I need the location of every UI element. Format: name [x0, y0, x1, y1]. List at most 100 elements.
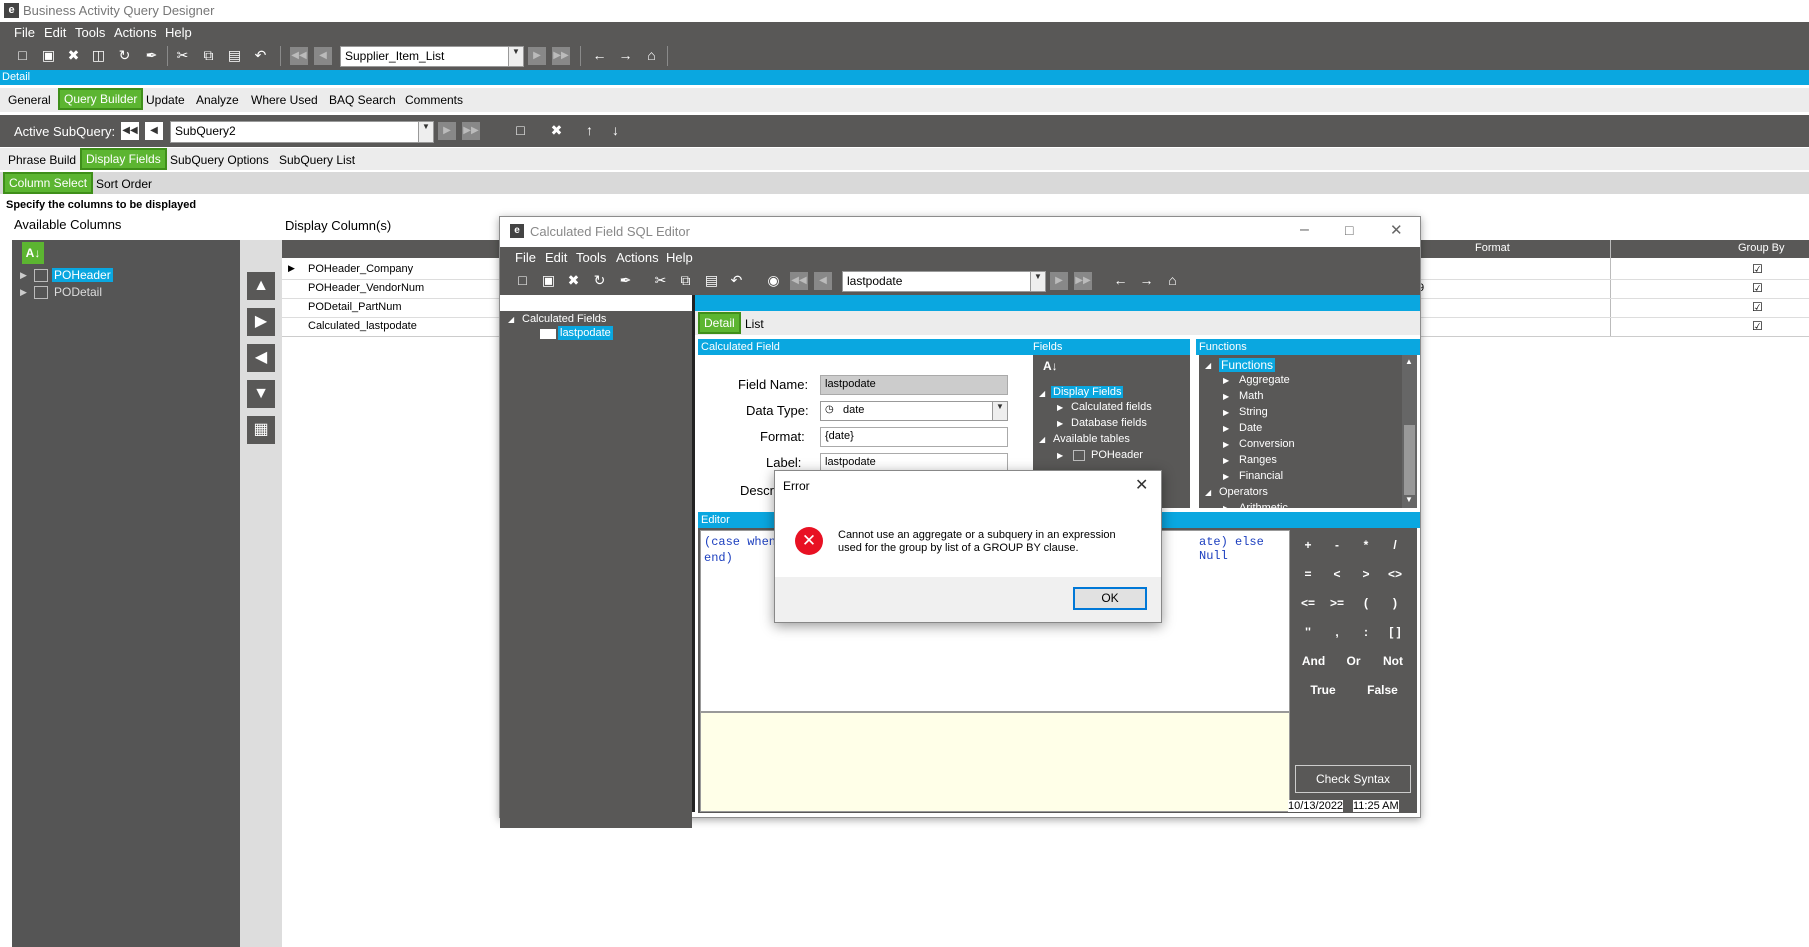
tab-general[interactable]: General: [4, 91, 55, 109]
new-icon[interactable]: □: [514, 272, 531, 289]
tree-item-date[interactable]: Date: [1239, 422, 1262, 434]
delete-icon[interactable]: ✖: [565, 272, 582, 289]
collapse-icon[interactable]: ◢: [1205, 361, 1211, 370]
expand-icon[interactable]: ▶: [20, 270, 27, 281]
op-plus-button[interactable]: +: [1295, 533, 1321, 557]
back-icon[interactable]: ←: [1112, 272, 1129, 289]
move-up-icon[interactable]: ↑: [581, 122, 598, 139]
expand-icon[interactable]: ▶: [1223, 504, 1229, 508]
group-by-checkbox[interactable]: ☑: [1752, 319, 1763, 333]
expand-icon[interactable]: ▶: [1223, 424, 1229, 433]
last-record-icon[interactable]: ▶▶: [1074, 272, 1092, 290]
menu-help[interactable]: Help: [165, 25, 192, 40]
minimize-icon[interactable]: –: [1300, 221, 1309, 239]
tree-item-database-fields[interactable]: Database fields: [1071, 417, 1147, 429]
scroll-thumb[interactable]: [1404, 425, 1415, 495]
add-column-icon[interactable]: ▶: [247, 308, 275, 336]
save-icon[interactable]: ▣: [40, 47, 57, 64]
tree-root-calculated-fields[interactable]: Calculated Fields: [522, 313, 606, 325]
op-false-button[interactable]: False: [1354, 678, 1411, 702]
format-input[interactable]: {date}: [820, 427, 1008, 447]
expand-icon[interactable]: ▶: [20, 287, 27, 298]
op-comma-button[interactable]: ,: [1324, 620, 1350, 644]
save-icon[interactable]: ▣: [540, 272, 557, 289]
clear-icon[interactable]: ✒: [617, 272, 634, 289]
menu-file[interactable]: File: [515, 250, 536, 265]
op-or-button[interactable]: Or: [1335, 649, 1372, 673]
menu-help[interactable]: Help: [666, 250, 693, 265]
first-subquery-icon[interactable]: ◀◀: [121, 122, 139, 140]
op-less-button[interactable]: <: [1324, 562, 1350, 586]
tree-item-podetail[interactable]: PODetail: [54, 285, 102, 299]
tree-item-conversion[interactable]: Conversion: [1239, 438, 1295, 450]
sort-az-icon[interactable]: A↓: [22, 242, 44, 264]
prev-record-icon[interactable]: ◀: [314, 47, 332, 65]
op-true-button[interactable]: True: [1295, 678, 1351, 702]
clear-icon[interactable]: ✒: [143, 47, 160, 64]
op-less-equal-button[interactable]: <=: [1295, 591, 1321, 615]
tree-item-functions[interactable]: Functions: [1219, 358, 1276, 372]
op-not-button[interactable]: Not: [1375, 649, 1411, 673]
tree-item-operators[interactable]: Operators: [1219, 486, 1268, 498]
cut-icon[interactable]: ✂: [174, 47, 191, 64]
menu-actions[interactable]: Actions: [114, 25, 157, 40]
op-greater-button[interactable]: >: [1353, 562, 1379, 586]
expand-icon[interactable]: ▶: [1223, 376, 1229, 385]
menu-file[interactable]: File: [14, 25, 35, 40]
home-icon[interactable]: ⌂: [643, 47, 660, 64]
calc-field-combo[interactable]: lastpodate ▼: [842, 271, 1046, 292]
next-subquery-icon[interactable]: ▶: [438, 122, 456, 140]
tab-analyze[interactable]: Analyze: [192, 91, 243, 109]
first-record-icon[interactable]: ◀◀: [290, 47, 308, 65]
tree-item-financial[interactable]: Financial: [1239, 470, 1283, 482]
expand-icon[interactable]: ▶: [1057, 419, 1063, 428]
close-icon[interactable]: ✕: [1390, 221, 1403, 239]
collapse-icon[interactable]: ◢: [508, 315, 514, 324]
new-icon[interactable]: □: [14, 47, 31, 64]
op-minus-button[interactable]: -: [1324, 533, 1350, 557]
chevron-down-icon[interactable]: ▼: [992, 402, 1007, 420]
tab-column-select[interactable]: Column Select: [3, 172, 94, 194]
scroll-up-icon[interactable]: ▲: [1405, 357, 1413, 366]
undo-icon[interactable]: ↶: [728, 272, 745, 289]
copy-icon[interactable]: ⧉: [200, 47, 217, 64]
remove-column-icon[interactable]: ◀: [247, 344, 275, 372]
functions-scrollbar[interactable]: ▲ ▼: [1402, 355, 1417, 508]
first-record-icon[interactable]: ◀◀: [790, 272, 808, 290]
sort-az-icon[interactable]: A↓: [1043, 359, 1058, 373]
last-subquery-icon[interactable]: ▶▶: [462, 122, 480, 140]
close-icon[interactable]: ✕: [1135, 475, 1148, 495]
expand-icon[interactable]: ▶: [1223, 472, 1229, 481]
menu-edit[interactable]: Edit: [44, 25, 66, 40]
attach-icon[interactable]: ◫: [90, 47, 107, 64]
tree-item-poheader[interactable]: POHeader: [52, 268, 113, 282]
refresh-icon[interactable]: ↻: [591, 272, 608, 289]
tree-item-calculated-fields[interactable]: Calculated fields: [1071, 401, 1152, 413]
tree-item-aggregate[interactable]: Aggregate: [1239, 374, 1290, 386]
expand-icon[interactable]: ▶: [1223, 440, 1229, 449]
tab-phrase-build[interactable]: Phrase Build: [4, 151, 80, 169]
op-quotes-button[interactable]: '': [1295, 620, 1321, 644]
move-up-arrow-icon[interactable]: ▲: [247, 272, 275, 300]
grid-header-group-by[interactable]: Group By: [1738, 242, 1784, 254]
delete-subquery-icon[interactable]: ✖: [548, 122, 565, 139]
prev-subquery-icon[interactable]: ◀: [145, 122, 163, 140]
op-and-button[interactable]: And: [1295, 649, 1332, 673]
next-record-icon[interactable]: ▶: [528, 47, 546, 65]
undo-icon[interactable]: ↶: [252, 47, 269, 64]
tab-list[interactable]: List: [741, 315, 768, 333]
tab-update[interactable]: Update: [142, 91, 189, 109]
tab-subquery-list[interactable]: SubQuery List: [275, 151, 359, 169]
forward-icon[interactable]: →: [617, 47, 634, 64]
group-by-checkbox[interactable]: ☑: [1752, 281, 1763, 295]
query-id-combo[interactable]: Supplier_Item_List ▼: [340, 46, 524, 67]
data-type-select[interactable]: ◷ date ▼: [820, 401, 1008, 421]
tab-sort-order[interactable]: Sort Order: [92, 175, 156, 193]
expand-icon[interactable]: ▶: [1223, 408, 1229, 417]
field-name-input[interactable]: lastpodate: [820, 375, 1008, 395]
menu-actions[interactable]: Actions: [616, 250, 659, 265]
chevron-down-icon[interactable]: ▼: [1030, 272, 1045, 291]
refresh-icon[interactable]: ↻: [116, 47, 133, 64]
tree-item-available-tables[interactable]: Available tables: [1053, 433, 1130, 445]
op-greater-equal-button[interactable]: >=: [1324, 591, 1350, 615]
